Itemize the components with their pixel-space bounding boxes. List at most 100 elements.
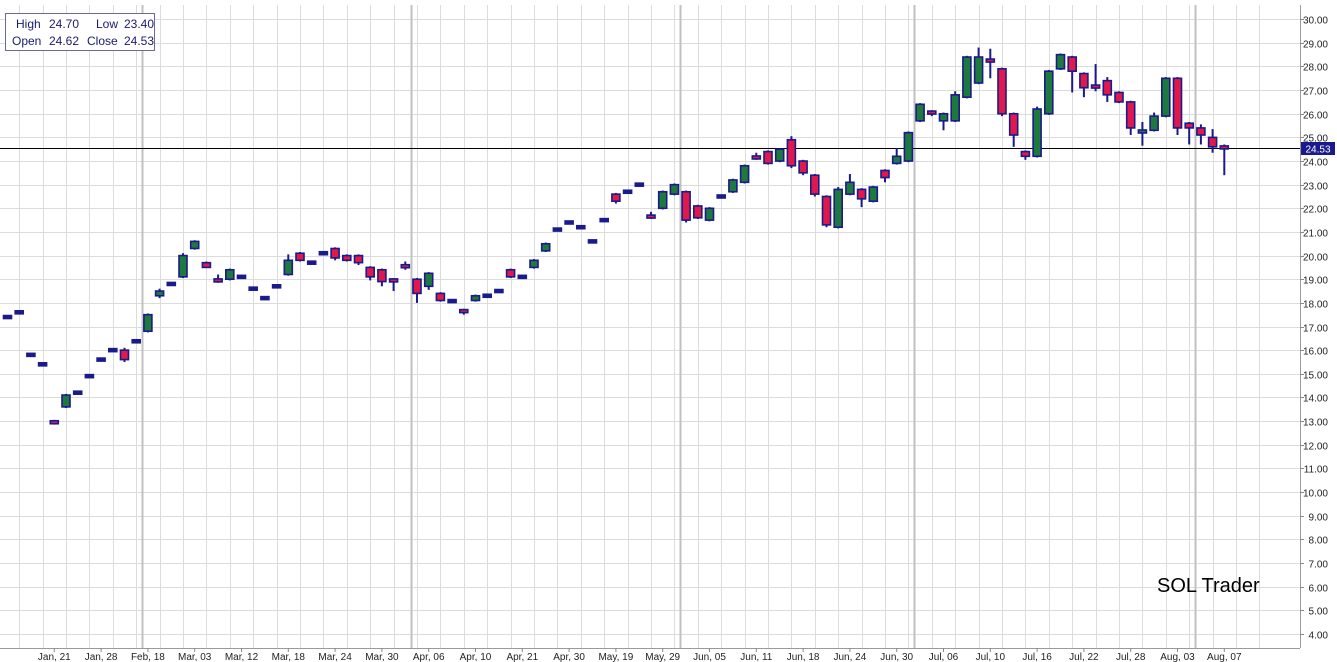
candle-body bbox=[1184, 122, 1194, 129]
y-tick-label: 5.00 bbox=[1309, 607, 1329, 618]
candle-body bbox=[1044, 70, 1054, 115]
candle bbox=[611, 192, 621, 204]
x-tick-label: Jul, 28 bbox=[1116, 652, 1146, 662]
y-tick-label: 24.00 bbox=[1303, 158, 1328, 169]
candle bbox=[26, 352, 36, 358]
candle-body bbox=[845, 181, 855, 195]
candle bbox=[143, 313, 153, 333]
x-tick-label: Jun, 11 bbox=[740, 652, 772, 662]
candle bbox=[49, 419, 60, 425]
y-tick-label: 29.00 bbox=[1303, 40, 1328, 51]
candle bbox=[599, 217, 610, 223]
x-tick-label: Aug, 03 bbox=[1160, 652, 1195, 662]
candle-body bbox=[552, 227, 563, 232]
candle-body bbox=[903, 131, 914, 162]
candle bbox=[166, 281, 177, 287]
candle bbox=[330, 247, 340, 261]
candle-body bbox=[517, 274, 528, 280]
high-value: 24.70 bbox=[49, 17, 80, 31]
candle-body bbox=[505, 268, 516, 278]
candle-body bbox=[1055, 53, 1066, 70]
candle bbox=[353, 254, 364, 266]
candle-body bbox=[1196, 127, 1206, 136]
candle bbox=[236, 274, 247, 280]
candle bbox=[482, 293, 493, 299]
candle-body bbox=[1079, 72, 1089, 89]
x-tick-label: Jul, 06 bbox=[929, 652, 959, 662]
candle-body bbox=[14, 310, 24, 315]
candle-body bbox=[388, 278, 399, 283]
candle-body bbox=[1149, 115, 1159, 132]
candle-body bbox=[540, 242, 551, 252]
candle-body bbox=[646, 214, 656, 219]
candle bbox=[634, 182, 645, 187]
candle-body bbox=[1125, 101, 1136, 129]
candle bbox=[833, 187, 844, 229]
candle bbox=[657, 190, 668, 210]
y-tick-label: 30.00 bbox=[1303, 16, 1328, 27]
x-tick-label: Mar, 18 bbox=[272, 652, 306, 662]
candle bbox=[575, 224, 586, 230]
candle-body bbox=[891, 155, 902, 165]
candle-body bbox=[1207, 136, 1218, 148]
candle-body bbox=[341, 254, 352, 262]
candle-body bbox=[201, 261, 212, 269]
y-tick-label: 14.00 bbox=[1303, 394, 1328, 405]
x-tick-label: May, 19 bbox=[598, 652, 633, 662]
candle-body bbox=[260, 295, 270, 301]
candle bbox=[739, 164, 750, 184]
candle-body bbox=[962, 56, 972, 98]
candle-body bbox=[213, 278, 223, 283]
y-tick-label: 26.00 bbox=[1303, 111, 1328, 122]
x-tick-label: Feb, 18 bbox=[131, 652, 165, 662]
candle-body bbox=[458, 308, 469, 314]
candle-body bbox=[1172, 77, 1183, 129]
candle-body bbox=[915, 103, 925, 122]
candle bbox=[529, 259, 539, 269]
x-tick-label: Jul, 16 bbox=[1022, 652, 1052, 662]
candle bbox=[84, 373, 95, 379]
candle bbox=[669, 183, 680, 196]
ohlc-info-box: High 24.70 Low 23.40 Open 24.62 Close 24… bbox=[5, 13, 155, 51]
candle bbox=[119, 347, 130, 362]
candle-body bbox=[575, 224, 586, 230]
candle-body bbox=[611, 193, 621, 203]
open-value: 24.62 bbox=[49, 34, 80, 48]
candle bbox=[587, 239, 598, 244]
y-tick-label: 27.00 bbox=[1303, 87, 1328, 98]
candle-body bbox=[1090, 84, 1101, 89]
close-value: 24.53 bbox=[124, 34, 155, 48]
candle-body bbox=[692, 205, 703, 219]
candle bbox=[903, 131, 914, 163]
candle-body bbox=[985, 58, 996, 63]
candle-body bbox=[786, 138, 797, 167]
candle-body bbox=[950, 94, 961, 122]
x-tick-label: Mar, 12 bbox=[225, 652, 259, 662]
y-tick-label: 8.00 bbox=[1309, 536, 1329, 547]
candle bbox=[494, 288, 504, 294]
candle bbox=[552, 227, 563, 232]
candle-body bbox=[739, 164, 750, 184]
candle bbox=[470, 294, 481, 302]
candle-body bbox=[868, 186, 879, 203]
candle bbox=[318, 250, 329, 256]
candle bbox=[201, 261, 212, 269]
ohlc-row-open-close: Open 24.62 Close 24.53 bbox=[6, 33, 156, 50]
candle-body bbox=[178, 254, 188, 278]
candle-body bbox=[1032, 108, 1042, 158]
candle-body bbox=[494, 288, 504, 294]
candle bbox=[271, 284, 282, 289]
candle bbox=[786, 136, 797, 169]
candle-body bbox=[72, 390, 83, 395]
candle bbox=[692, 204, 703, 219]
y-tick-label: 23.00 bbox=[1303, 182, 1328, 193]
candle-body bbox=[365, 266, 376, 278]
candle bbox=[189, 240, 200, 250]
x-tick-label: Apr, 21 bbox=[506, 652, 538, 662]
y-tick-label: 13.00 bbox=[1303, 418, 1328, 429]
candle-body bbox=[143, 313, 153, 333]
y-tick-label: 22.00 bbox=[1303, 205, 1328, 216]
x-tick-label: Jun, 30 bbox=[880, 652, 913, 662]
candle bbox=[295, 252, 305, 262]
candle bbox=[1044, 70, 1054, 115]
